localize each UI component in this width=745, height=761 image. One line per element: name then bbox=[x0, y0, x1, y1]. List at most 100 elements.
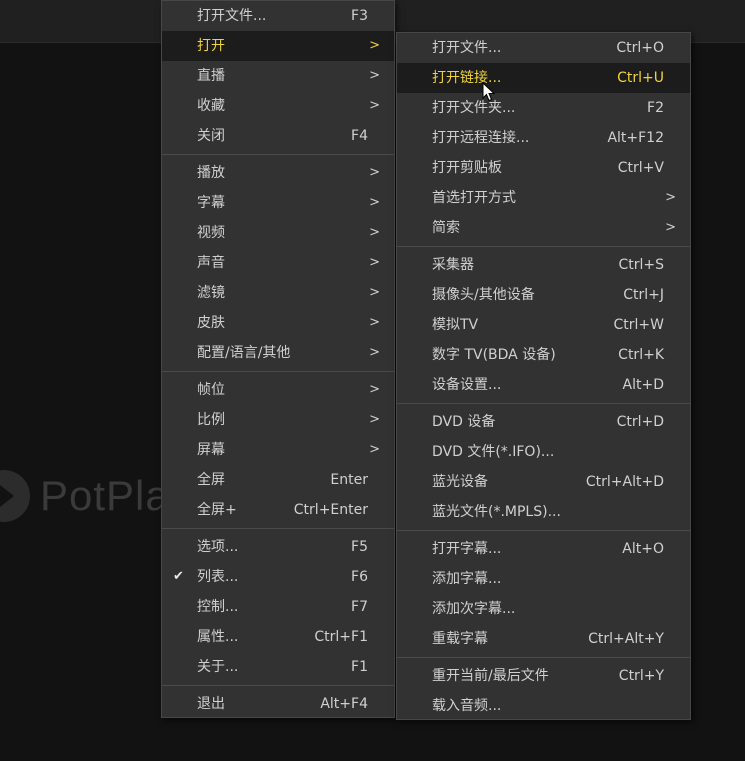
main-menu-item[interactable]: 选项... F5 bbox=[162, 532, 394, 562]
open-submenu-item[interactable]: 重载字幕 Ctrl+Alt+Y bbox=[397, 624, 690, 654]
open-submenu-item-label: 打开文件夹... bbox=[432, 100, 516, 116]
main-menu-item[interactable]: 退出 Alt+F4 bbox=[162, 689, 394, 719]
open-submenu-item-shortcut: Ctrl+U bbox=[617, 70, 664, 86]
main-menu-item[interactable]: 打开文件... F3 bbox=[162, 1, 394, 31]
open-submenu-item[interactable]: 设备设置... Alt+D bbox=[397, 370, 690, 400]
open-submenu-item-label: 打开字幕... bbox=[432, 541, 502, 557]
potplayer-logo-icon bbox=[0, 470, 30, 522]
main-menu-item-label: 关于... bbox=[197, 659, 239, 675]
checkmark-icon: ✔ bbox=[173, 569, 184, 584]
open-submenu-item[interactable]: 摄像头/其他设备 Ctrl+J bbox=[397, 280, 690, 310]
open-submenu-item[interactable]: DVD 设备 Ctrl+D bbox=[397, 407, 690, 437]
open-submenu-item-shortcut: Ctrl+S bbox=[618, 257, 664, 273]
main-menu-separator bbox=[162, 368, 394, 375]
main-menu-item-label: 比例 bbox=[197, 412, 225, 428]
context-menu-main: 打开文件... F3 打开 > 直播 > 收藏 > 关闭 F4 播放 > 字幕 > 视频 > 声音 > 滤镜 > 皮肤 >… bbox=[161, 0, 395, 718]
submenu-arrow-icon: > bbox=[369, 285, 380, 300]
open-submenu-item[interactable]: 载入音频... bbox=[397, 691, 690, 721]
submenu-arrow-icon: > bbox=[369, 255, 380, 270]
main-menu-item[interactable]: 控制... F7 bbox=[162, 592, 394, 622]
main-menu-item-label: 列表... bbox=[197, 569, 239, 585]
open-submenu-item-label: 摄像头/其他设备 bbox=[432, 287, 535, 303]
context-submenu-open: 打开文件... Ctrl+O 打开链接... Ctrl+U 打开文件夹... F2 打开远程… bbox=[396, 32, 691, 720]
main-menu-item-label: 配置/语言/其他 bbox=[197, 345, 291, 361]
main-menu-item[interactable]: 字幕 > bbox=[162, 188, 394, 218]
main-menu-item[interactable]: 声音 > bbox=[162, 248, 394, 278]
main-menu-item[interactable]: 关于... F1 bbox=[162, 652, 394, 682]
main-menu-item[interactable]: 打开 > bbox=[162, 31, 394, 61]
main-menu-item[interactable]: 皮肤 > bbox=[162, 308, 394, 338]
open-submenu-item-shortcut: Ctrl+Alt+Y bbox=[588, 631, 664, 647]
open-submenu-separator bbox=[397, 527, 690, 534]
submenu-arrow-icon: > bbox=[369, 38, 380, 53]
main-menu-item[interactable]: 收藏 > bbox=[162, 91, 394, 121]
open-submenu-item[interactable]: 打开字幕... Alt+O bbox=[397, 534, 690, 564]
main-menu-item-label: 视频 bbox=[197, 225, 225, 241]
open-submenu-item[interactable]: 蓝光设备 Ctrl+Alt+D bbox=[397, 467, 690, 497]
main-menu-item-shortcut: F7 bbox=[351, 599, 368, 615]
main-menu-item-label: 控制... bbox=[197, 599, 239, 615]
submenu-arrow-icon: > bbox=[369, 195, 380, 210]
open-submenu-item-label: 蓝光设备 bbox=[432, 474, 488, 490]
open-submenu-item-shortcut: Ctrl+Y bbox=[618, 668, 664, 684]
open-submenu-item[interactable]: 蓝光文件(*.MPLS)... bbox=[397, 497, 690, 527]
open-submenu-item-shortcut: Ctrl+Alt+D bbox=[585, 474, 664, 490]
main-menu-item[interactable]: 属性... Ctrl+F1 bbox=[162, 622, 394, 652]
main-menu-item[interactable]: ✔ 列表... F6 bbox=[162, 562, 394, 592]
main-menu-item-label: 屏幕 bbox=[197, 442, 225, 458]
open-submenu-item-label: 设备设置... bbox=[432, 377, 502, 393]
main-menu-item-label: 全屏 bbox=[197, 472, 225, 488]
main-menu-item[interactable]: 比例 > bbox=[162, 405, 394, 435]
main-menu-item[interactable]: 滤镜 > bbox=[162, 278, 394, 308]
submenu-arrow-icon: > bbox=[369, 315, 380, 330]
submenu-arrow-icon: > bbox=[369, 165, 380, 180]
main-menu-item[interactable]: 全屏+ Ctrl+Enter bbox=[162, 495, 394, 525]
open-submenu-item-shortcut: Ctrl+O bbox=[616, 40, 664, 56]
open-submenu-item[interactable]: 添加次字幕... bbox=[397, 594, 690, 624]
main-menu-item[interactable]: 帧位 > bbox=[162, 375, 394, 405]
open-submenu-item[interactable]: 打开远程连接... Alt+F12 bbox=[397, 123, 690, 153]
open-submenu-item-shortcut: Alt+F12 bbox=[607, 130, 664, 146]
open-submenu-item[interactable]: 数字 TV(BDA 设备) Ctrl+K bbox=[397, 340, 690, 370]
open-submenu-item[interactable]: 重开当前/最后文件 Ctrl+Y bbox=[397, 661, 690, 691]
open-submenu-item[interactable]: 首选打开方式 > bbox=[397, 183, 690, 213]
submenu-arrow-icon: > bbox=[665, 190, 676, 205]
open-submenu-item-shortcut: Ctrl+W bbox=[613, 317, 664, 333]
main-menu-item[interactable]: 全屏 Enter bbox=[162, 465, 394, 495]
main-menu-item-label: 退出 bbox=[197, 696, 225, 712]
open-submenu-item-shortcut: Ctrl+V bbox=[617, 160, 664, 176]
submenu-arrow-icon: > bbox=[665, 220, 676, 235]
main-menu-item[interactable]: 直播 > bbox=[162, 61, 394, 91]
main-menu-item[interactable]: 播放 > bbox=[162, 158, 394, 188]
main-menu-item-shortcut: Ctrl+Enter bbox=[293, 502, 368, 518]
open-submenu-item[interactable]: 打开文件夹... F2 bbox=[397, 93, 690, 123]
main-menu-separator bbox=[162, 151, 394, 158]
main-menu-item-label: 收藏 bbox=[197, 98, 225, 114]
main-menu-separator bbox=[162, 682, 394, 689]
open-submenu-item[interactable]: 打开链接... Ctrl+U bbox=[397, 63, 690, 93]
main-menu-item[interactable]: 屏幕 > bbox=[162, 435, 394, 465]
main-menu-item-label: 关闭 bbox=[197, 128, 225, 144]
open-submenu-item[interactable]: 添加字幕... bbox=[397, 564, 690, 594]
main-menu-item[interactable]: 关闭 F4 bbox=[162, 121, 394, 151]
main-menu-item[interactable]: 视频 > bbox=[162, 218, 394, 248]
open-submenu-item[interactable]: 模拟TV Ctrl+W bbox=[397, 310, 690, 340]
open-submenu-item-shortcut: Alt+O bbox=[622, 541, 664, 557]
open-submenu-item[interactable]: DVD 文件(*.IFO)... bbox=[397, 437, 690, 467]
open-submenu-item-label: 蓝光文件(*.MPLS)... bbox=[432, 504, 561, 520]
main-menu-item-shortcut: F3 bbox=[351, 8, 368, 24]
open-submenu-item[interactable]: 采集器 Ctrl+S bbox=[397, 250, 690, 280]
open-submenu-item-shortcut: Ctrl+K bbox=[618, 347, 664, 363]
main-menu-item[interactable]: 配置/语言/其他 > bbox=[162, 338, 394, 368]
main-menu-item-shortcut: Enter bbox=[330, 472, 368, 488]
open-submenu-item[interactable]: 打开剪贴板 Ctrl+V bbox=[397, 153, 690, 183]
open-submenu-item[interactable]: 简索 > bbox=[397, 213, 690, 243]
open-submenu-item-label: 模拟TV bbox=[432, 317, 479, 333]
main-menu-item-shortcut: Ctrl+F1 bbox=[314, 629, 368, 645]
main-menu-item-label: 声音 bbox=[197, 255, 225, 271]
main-menu-item-label: 选项... bbox=[197, 539, 239, 555]
open-submenu-item-label: 数字 TV(BDA 设备) bbox=[432, 347, 556, 363]
open-submenu-item-label: 打开远程连接... bbox=[432, 130, 530, 146]
main-menu-item-label: 属性... bbox=[197, 629, 239, 645]
open-submenu-item[interactable]: 打开文件... Ctrl+O bbox=[397, 33, 690, 63]
